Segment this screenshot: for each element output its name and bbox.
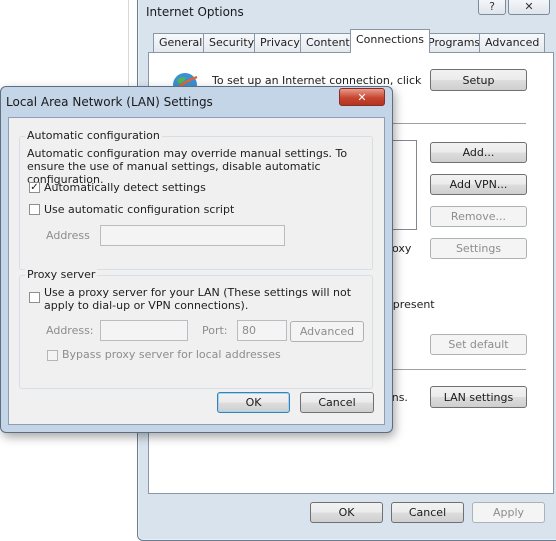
button-label: Add VPN... — [449, 178, 508, 191]
button-label: Setup — [462, 73, 495, 87]
dialog-body: Automatic configuration Automatic config… — [8, 117, 385, 425]
button-label: Remove... — [450, 210, 507, 223]
tab-security[interactable]: Security — [203, 33, 261, 52]
cancel-button[interactable]: Cancel — [391, 502, 464, 523]
window-title: Internet Options — [146, 5, 244, 19]
setup-button[interactable]: Setup — [430, 69, 527, 91]
tab-label: Content — [306, 36, 350, 49]
bypass-label: Bypass proxy server for local addresses — [62, 348, 281, 361]
lan-ok-button[interactable]: OK — [217, 392, 290, 413]
help-icon: ? — [489, 0, 495, 13]
tab-label: Advanced — [485, 36, 540, 49]
checkmark-icon: ✓ — [30, 182, 39, 193]
port-field[interactable]: 80 — [237, 320, 287, 341]
close-button[interactable]: ✕ — [508, 0, 550, 15]
tab-programs[interactable]: Programs — [422, 33, 487, 52]
proxy-address-field[interactable] — [100, 320, 188, 341]
help-button[interactable]: ? — [478, 0, 506, 15]
button-label: Cancel — [318, 396, 356, 409]
proxy-text-fragment: oxy — [392, 242, 412, 255]
auto-detect-label: Automatically detect settings — [44, 181, 206, 194]
auto-config-group-label: Automatic configuration — [25, 129, 162, 142]
use-proxy-label: Use a proxy server for your LAN (These s… — [44, 286, 352, 312]
tab-label: General — [159, 36, 203, 49]
tab-label: Connections — [356, 33, 424, 46]
advanced-button[interactable]: Advanced — [290, 321, 364, 342]
dialog-title: Local Area Network (LAN) Settings — [6, 95, 213, 109]
tab-general[interactable]: General — [153, 33, 209, 52]
tab-label: Privacy — [260, 36, 300, 49]
tab-advanced[interactable]: Advanced — [479, 33, 546, 52]
proxy-address-label: Address: — [46, 324, 94, 337]
lan-cancel-button[interactable]: Cancel — [300, 392, 374, 413]
button-label: LAN settings — [443, 390, 514, 404]
add-button[interactable]: Add... — [430, 142, 527, 163]
use-script-checkbox[interactable] — [29, 204, 40, 215]
port-label: Port: — [202, 324, 228, 337]
dialog-close-button[interactable]: ✕ — [339, 88, 385, 106]
button-label: Apply — [492, 506, 525, 519]
section-divider — [389, 369, 526, 370]
remove-button[interactable]: Remove... — [430, 206, 527, 227]
background-divider — [128, 0, 129, 88]
button-label: OK — [338, 506, 355, 519]
lan-settings-dialog: Local Area Network (LAN) Settings ✕ Auto… — [0, 86, 393, 433]
set-default-button[interactable]: Set default — [430, 334, 527, 355]
add-vpn-button[interactable]: Add VPN... — [430, 174, 527, 195]
tab-label: Security — [209, 36, 255, 49]
button-label: OK — [245, 396, 262, 409]
auto-detect-checkbox[interactable]: ✓ — [29, 182, 40, 193]
use-script-label: Use automatic configuration script — [44, 203, 235, 216]
section-divider — [389, 123, 526, 124]
button-label: Cancel — [408, 506, 447, 519]
ok-button[interactable]: OK — [310, 502, 383, 523]
settings-button[interactable]: Settings — [430, 238, 527, 259]
bypass-checkbox[interactable] — [47, 350, 58, 361]
tab-label: Programs — [428, 36, 481, 49]
apply-button[interactable]: Apply — [472, 502, 545, 523]
script-address-label: Address — [46, 229, 90, 242]
tab-privacy[interactable]: Privacy — [254, 33, 306, 52]
use-proxy-checkbox[interactable] — [29, 292, 40, 303]
proxy-server-group-label: Proxy server — [25, 268, 98, 281]
close-icon: ✕ — [524, 0, 534, 13]
button-label: Add... — [462, 146, 495, 159]
button-label: Settings — [455, 242, 502, 255]
button-label: Set default — [448, 338, 509, 351]
script-address-field[interactable] — [100, 225, 285, 246]
tab-connections[interactable]: Connections — [350, 29, 430, 53]
tab-content[interactable]: Content — [300, 33, 356, 52]
button-label: Advanced — [299, 325, 355, 338]
close-icon: ✕ — [357, 90, 367, 104]
lan-settings-button[interactable]: LAN settings — [430, 386, 527, 408]
